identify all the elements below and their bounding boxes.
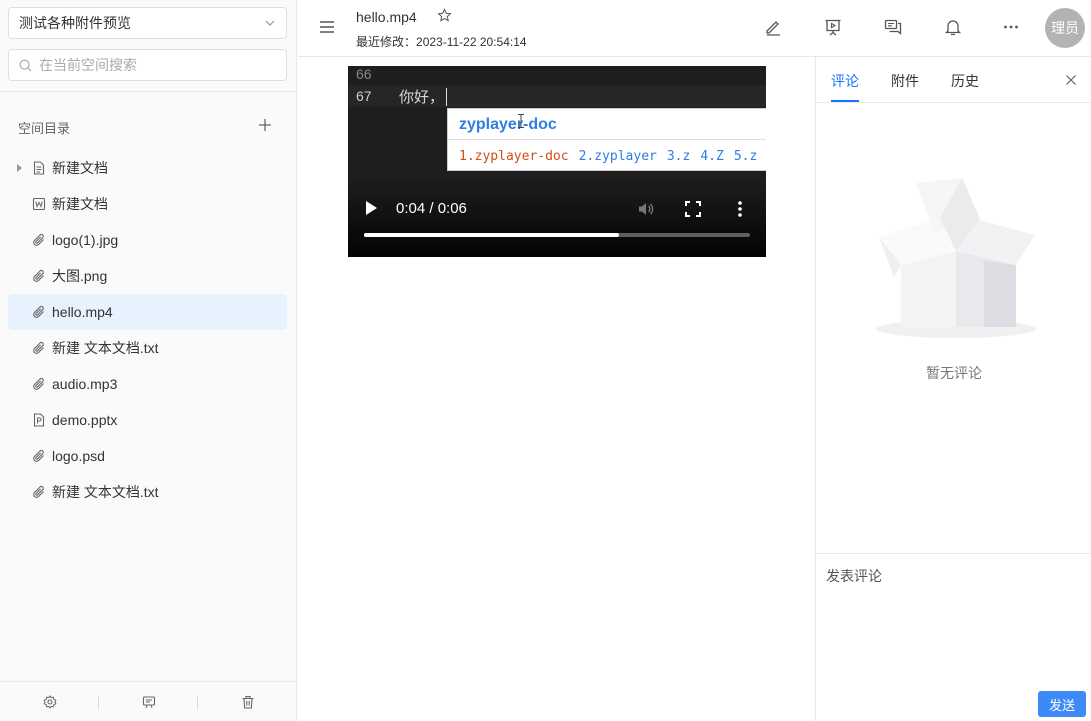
doc-header: hello.mp4 最近修改：2023-11-22 20:54:14 理员 <box>298 0 1091 57</box>
video-time: 0:04 / 0:06 <box>396 200 467 217</box>
tree-item-big-png[interactable]: 大图.png <box>8 258 287 294</box>
bell-icon[interactable] <box>944 18 962 36</box>
tab-comments[interactable]: 评论 <box>831 71 859 91</box>
tree-item-new-txt-2[interactable]: 新建 文本文档.txt <box>8 474 287 510</box>
attachment-icon <box>33 305 44 318</box>
attachment-icon <box>33 341 44 354</box>
tree-item-audio-mp3[interactable]: audio.mp3 <box>8 366 287 402</box>
tree-item-label: hello.mp4 <box>52 304 113 320</box>
expand-caret-icon[interactable] <box>17 164 22 172</box>
tree-item-label: 新建文档 <box>52 196 108 212</box>
more-icon[interactable] <box>1002 18 1020 36</box>
ime-candidate: 3.z <box>666 149 691 164</box>
close-icon[interactable] <box>1065 74 1077 86</box>
tree-item-label: 新建文档 <box>52 160 108 176</box>
tab-attachments[interactable]: 附件 <box>891 71 919 91</box>
video-progress-fill <box>364 233 619 237</box>
attachment-icon <box>33 233 44 246</box>
app-root: 测试各种附件预览 空间目录 新建文档 新建文档 logo(1).jpg <box>0 0 1091 721</box>
line-number: 66 <box>356 66 372 82</box>
doc-icon <box>33 161 45 175</box>
tree-item-label: audio.mp3 <box>52 376 118 392</box>
sidebar: 测试各种附件预览 空间目录 新建文档 新建文档 logo(1).jpg <box>0 0 297 721</box>
video-player[interactable]: 66 67 你好， zyplayer-doc 1.zyplayer-doc 2.z… <box>348 66 766 257</box>
tree-item-logo1-jpg[interactable]: logo(1).jpg <box>8 222 287 258</box>
trash-icon <box>242 695 253 709</box>
attachment-icon <box>33 485 44 498</box>
comments-icon[interactable] <box>884 18 902 36</box>
chevron-down-icon <box>265 20 275 26</box>
tree-item-new-doc[interactable]: 新建文档 <box>8 150 287 186</box>
tree-item-logo-psd[interactable]: logo.psd <box>8 438 287 474</box>
menu-toggle-icon[interactable] <box>319 20 335 34</box>
text-cursor <box>446 88 447 106</box>
comment-input[interactable] <box>826 566 1076 676</box>
tab-history[interactable]: 历史 <box>951 71 979 91</box>
right-panel: 评论 附件 历史 暂无评论 发送 <box>815 57 1091 721</box>
ime-divider <box>448 139 766 140</box>
space-select[interactable]: 测试各种附件预览 <box>8 7 287 39</box>
ime-input-text: zyplayer-doc <box>459 116 557 133</box>
tree-item-label: demo.pptx <box>52 412 118 428</box>
ime-popup: zyplayer-doc 1.zyplayer-doc 2.zyplayer 3.z… <box>447 108 766 171</box>
tree-item-label: 大图.png <box>52 268 108 284</box>
comment-composer: 发送 <box>816 553 1091 721</box>
panel-tabs: 评论 附件 历史 <box>816 57 1091 103</box>
space-select-value: 测试各种附件预览 <box>19 15 131 31</box>
line-number: 67 <box>356 88 372 104</box>
doc-title: hello.mp4 <box>356 9 417 25</box>
modified-time: 2023-11-22 20:54:14 <box>416 35 527 49</box>
tree-item-hello-mp4[interactable]: hello.mp4 <box>8 294 287 330</box>
directory-title: 空间目录 <box>18 121 71 136</box>
search-input[interactable] <box>39 57 259 73</box>
comment-board-icon <box>142 695 155 708</box>
tree-item-label: logo(1).jpg <box>52 232 119 248</box>
tree-item-label: 新建 文本文档.txt <box>52 484 159 500</box>
sidebar-divider <box>0 91 297 92</box>
typed-text: 你好， <box>399 88 445 106</box>
settings-button[interactable] <box>0 682 99 721</box>
add-icon[interactable] <box>258 118 272 132</box>
ime-candidate: 1.zyplayer-doc <box>459 149 569 164</box>
sidebar-footer <box>0 681 297 721</box>
star-icon[interactable] <box>437 8 452 23</box>
trash-button[interactable] <box>198 682 297 721</box>
last-modified: 最近修改：2023-11-22 20:54:14 <box>356 33 527 50</box>
presentation-icon[interactable] <box>824 18 842 36</box>
ime-candidate: 2.zyplayer <box>578 149 657 164</box>
ime-candidates: 1.zyplayer-doc 2.zyplayer 3.z 4.Z 5.z <box>459 149 757 164</box>
modified-label: 最近修改： <box>356 35 417 49</box>
send-button[interactable]: 发送 <box>1038 691 1086 717</box>
tree-item-new-txt[interactable]: 新建 文本文档.txt <box>8 330 287 366</box>
empty-box-illustration <box>876 178 1036 338</box>
attachment-icon <box>33 377 44 390</box>
tree-item-new-word-doc[interactable]: 新建文档 <box>8 186 287 222</box>
sidebar-search[interactable] <box>8 49 287 81</box>
active-tab-indicator <box>831 100 859 102</box>
directory-tree: 新建文档 新建文档 logo(1).jpg 大图.png hello.mp4 新… <box>8 150 287 510</box>
empty-comments-text: 暂无评论 <box>926 365 982 381</box>
attachment-icon <box>33 269 44 282</box>
ime-candidate: 5.z <box>733 149 758 164</box>
settings-icon <box>43 694 56 709</box>
board-button[interactable] <box>99 682 198 721</box>
ppt-doc-icon <box>33 413 45 427</box>
ime-candidate: 4.Z <box>700 149 724 164</box>
video-more-icon[interactable] <box>736 200 744 218</box>
play-icon[interactable] <box>364 200 378 216</box>
user-avatar[interactable]: 理员 <box>1045 8 1085 48</box>
word-doc-icon <box>32 197 46 211</box>
tree-item-label: 新建 文本文档.txt <box>52 340 159 356</box>
tree-item-demo-pptx[interactable]: demo.pptx <box>8 402 287 438</box>
text-cursor-ibeam-icon <box>518 114 524 128</box>
fullscreen-icon[interactable] <box>685 201 701 217</box>
tree-item-label: logo.psd <box>52 448 105 464</box>
search-icon <box>19 59 32 71</box>
video-progress-bar[interactable] <box>364 233 750 237</box>
edit-icon[interactable] <box>764 18 782 36</box>
volume-icon[interactable] <box>637 200 655 218</box>
attachment-icon <box>33 449 44 462</box>
